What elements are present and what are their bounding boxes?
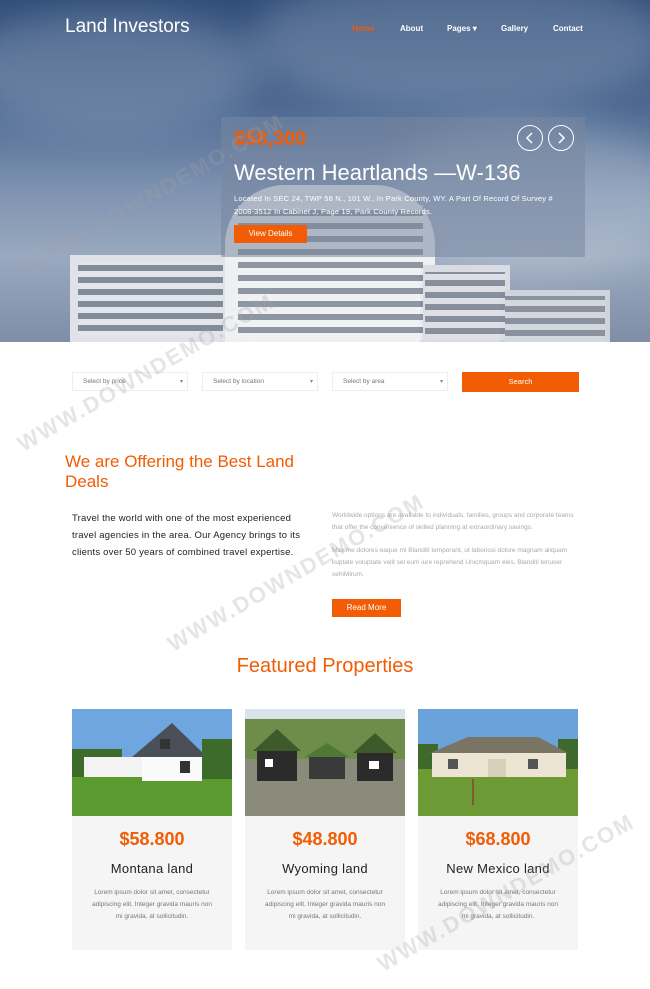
nav-pages[interactable]: Pages ▾ — [447, 24, 477, 33]
property-description: Lorem ipsum dolor sit amet, consectetur … — [92, 889, 212, 920]
property-photo[interactable] — [245, 709, 405, 816]
nav-contact[interactable]: Contact — [553, 24, 583, 33]
caret-down-icon: ▾ — [179, 379, 183, 385]
property-name[interactable]: Montana land — [72, 861, 232, 876]
featured-heading: Featured Properties — [236, 655, 414, 677]
search-button[interactable]: Search — [462, 372, 579, 392]
read-more-button[interactable]: Read More — [332, 599, 401, 617]
offer-heading: We are Offering the Best Land Deals — [65, 452, 295, 491]
chevron-right-icon — [558, 132, 566, 144]
property-price: $58.800 — [119, 829, 185, 849]
view-details-button[interactable]: View Details — [234, 225, 307, 243]
area-select-label: Select by area — [343, 378, 385, 385]
property-photo[interactable] — [72, 709, 232, 816]
location-select[interactable]: Select by location ▾ — [202, 372, 318, 391]
nav-home[interactable]: Home — [352, 24, 374, 33]
property-price: $68.800 — [465, 829, 531, 849]
area-select[interactable]: Select by area ▾ — [332, 372, 448, 391]
slider-next-button[interactable] — [548, 125, 574, 151]
slider-prev-button[interactable] — [517, 125, 543, 151]
property-photo[interactable] — [418, 709, 578, 816]
property-card[interactable]: $58.800 Montana land Lorem ipsum dolor s… — [72, 709, 232, 950]
nav-about[interactable]: About — [400, 24, 423, 33]
nav-gallery[interactable]: Gallery — [501, 24, 528, 33]
slide-description: Located In SEC 24, TWP 58 N., 101 W., In… — [234, 194, 553, 216]
offer-paragraph-2: Maxime dolores eaque mi Blanditi tempora… — [332, 547, 568, 578]
property-card[interactable]: $48.800 Wyoming land Lorem ipsum dolor s… — [245, 709, 405, 950]
caret-down-icon: ▾ — [309, 379, 313, 385]
slide-title: Western Heartlands —W-136 — [234, 160, 521, 185]
chevron-left-icon — [525, 132, 533, 144]
offer-lead-text: Travel the world with one of the most ex… — [72, 513, 301, 558]
property-description: Lorem ipsum dolor sit amet, consectetur … — [265, 889, 385, 920]
property-name[interactable]: Wyoming land — [245, 861, 405, 876]
caret-down-icon: ▾ — [439, 379, 443, 385]
site-logo[interactable]: Land Investors — [65, 16, 190, 38]
location-select-label: Select by location — [213, 378, 264, 385]
property-price: $48.800 — [292, 829, 358, 849]
